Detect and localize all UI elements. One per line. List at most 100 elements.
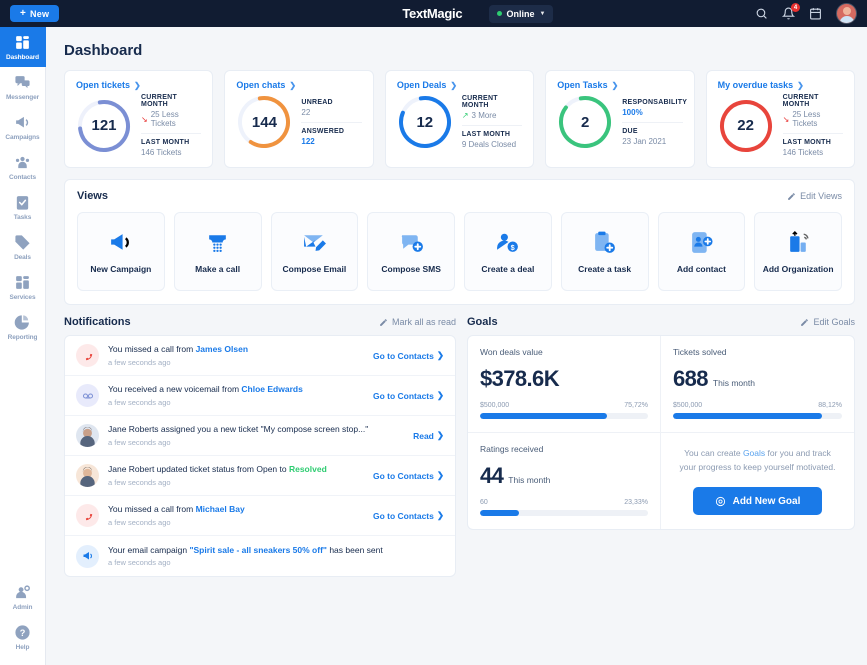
- goals-card: Won deals value $378.6K $500,000 75,72%: [467, 335, 855, 530]
- sidebar-label: Campaigns: [5, 134, 39, 141]
- notification-row[interactable]: You missed a call from James Olsen a few…: [65, 336, 455, 376]
- sidebar-item-reporting[interactable]: Reporting: [0, 307, 46, 347]
- goal-title: Ratings received: [480, 444, 648, 454]
- stat-card-link[interactable]: Open tickets ❯: [76, 80, 201, 90]
- sidebar-item-campaigns[interactable]: Campaigns: [0, 107, 46, 147]
- stat-row-label: UNREAD: [301, 99, 361, 106]
- view-tile-label: Create a deal: [481, 264, 534, 274]
- stat-card-body: 12 CURRENT MONTH ↗3 More LAST MONTH 9 De…: [397, 94, 522, 150]
- status-selector[interactable]: Online ▼: [489, 5, 554, 23]
- avatar: [76, 464, 99, 487]
- mark-all-as-read-button[interactable]: Mark all as read: [379, 317, 456, 327]
- stat-row-label: LAST MONTH: [141, 139, 201, 146]
- notification-row[interactable]: You missed a call from Michael Bay a few…: [65, 496, 455, 536]
- promo-goals-link[interactable]: Goals: [743, 448, 765, 458]
- goal-tickets-solved: Tickets solved 688 This month $500,000 8…: [661, 336, 854, 433]
- goals-title: Goals: [467, 316, 498, 328]
- notification-action[interactable]: Go to Contacts ❯: [373, 350, 444, 361]
- notification-row[interactable]: Your email campaign "Spirit sale - all s…: [65, 536, 455, 576]
- goal-progress-track: [673, 413, 842, 419]
- sidebar-item-messenger[interactable]: Messenger: [0, 67, 46, 107]
- stat-card-link[interactable]: Open chats ❯: [236, 80, 361, 90]
- notification-highlight[interactable]: James Olsen: [196, 344, 248, 354]
- goals-promo: You can create Goals for you and track y…: [661, 433, 854, 529]
- sidebar-item-dashboard[interactable]: Dashboard: [0, 27, 46, 67]
- avatar: [76, 424, 99, 447]
- stat-card-link-label: Open Tasks: [557, 80, 607, 90]
- view-tile-make-a-call[interactable]: Make a call: [174, 212, 262, 291]
- add-new-goal-button[interactable]: Add New Goal: [693, 487, 823, 515]
- chevron-right-icon: ❯: [437, 350, 444, 361]
- notification-action[interactable]: Go to Contacts ❯: [373, 510, 444, 521]
- view-tile-add-organization[interactable]: Add Organization: [754, 212, 842, 291]
- notification-row[interactable]: You received a new voicemail from Chloe …: [65, 376, 455, 416]
- stat-row-value: 23 Jan 2021: [622, 137, 682, 146]
- edit-views-button[interactable]: Edit Views: [787, 191, 842, 201]
- mark-all-label: Mark all as read: [392, 317, 456, 327]
- view-tile-label: Add Organization: [763, 264, 834, 274]
- notification-highlight[interactable]: Chloe Edwards: [241, 384, 302, 394]
- notification-time: a few seconds ago: [108, 438, 404, 447]
- stat-card-link[interactable]: Open Deals ❯: [397, 80, 522, 90]
- stat-card-link[interactable]: Open Tasks ❯: [557, 80, 682, 90]
- notification-body: You received a new voicemail from Chloe …: [108, 384, 364, 406]
- notification-highlight[interactable]: Michael Bay: [196, 504, 245, 514]
- goal-value: 44: [480, 463, 503, 489]
- view-tile-label: Add contact: [677, 264, 726, 274]
- trend-up-icon: ↗: [462, 111, 469, 120]
- view-tile-new-campaign[interactable]: New Campaign: [77, 212, 165, 291]
- stat-row-value[interactable]: 100%: [622, 108, 682, 117]
- stat-card-link-label: My overdue tasks: [718, 80, 794, 90]
- notification-action[interactable]: Go to Contacts ❯: [373, 390, 444, 401]
- view-tile-compose-email[interactable]: Compose Email: [271, 212, 359, 291]
- app-root: + New TextMagic Online ▼ 4: [0, 0, 867, 665]
- new-button[interactable]: + New: [10, 5, 59, 22]
- page-title: Dashboard: [46, 27, 867, 70]
- notification-body: Your email campaign "Spirit sale - all s…: [108, 545, 444, 567]
- view-tile-create-a-task[interactable]: Create a task: [561, 212, 649, 291]
- sidebar-label: Messenger: [6, 94, 39, 101]
- goal-percent: 88,12%: [818, 402, 842, 409]
- stat-donut-chart: 144: [236, 94, 292, 150]
- edit-goals-button[interactable]: Edit Goals: [800, 317, 855, 327]
- notification-row[interactable]: Jane Roberts assigned you a new ticket "…: [65, 416, 455, 456]
- stat-row-label: CURRENT MONTH: [783, 94, 843, 108]
- stat-donut-value: 22: [718, 98, 774, 154]
- stat-card-link[interactable]: My overdue tasks ❯: [718, 80, 843, 90]
- notification-action[interactable]: Go to Contacts ❯: [373, 470, 444, 481]
- sidebar-item-admin[interactable]: Admin: [0, 577, 46, 617]
- sidebar-label: Dashboard: [6, 54, 39, 61]
- goals-column: Goals Edit Goals Won deals value: [456, 316, 855, 577]
- sidebar-item-contacts[interactable]: Contacts: [0, 147, 46, 187]
- notification-action[interactable]: Read ❯: [413, 430, 444, 441]
- stat-row-label: LAST MONTH: [783, 139, 843, 146]
- bell-icon[interactable]: 4: [782, 7, 795, 20]
- pencil-icon: [787, 192, 796, 201]
- view-tile-create-a-deal[interactable]: $ Create a deal: [464, 212, 552, 291]
- sidebar-item-tasks[interactable]: Tasks: [0, 187, 46, 227]
- user-avatar[interactable]: [836, 3, 857, 24]
- sidebar-item-help[interactable]: ? Help: [0, 617, 46, 665]
- calendar-icon[interactable]: [809, 7, 822, 20]
- sidebar-item-services[interactable]: Services: [0, 267, 46, 307]
- notification-time: a few seconds ago: [108, 358, 364, 367]
- chevron-right-icon: ❯: [437, 470, 444, 481]
- notification-highlight[interactable]: "Spirit sale - all sneakers 50% off": [189, 545, 327, 555]
- notification-row[interactable]: Jane Robert updated ticket status from O…: [65, 456, 455, 496]
- goal-target: $500,000: [480, 402, 509, 409]
- notification-body: You missed a call from James Olsen a few…: [108, 344, 364, 366]
- card-divider: [301, 122, 361, 123]
- sidebar: Dashboard Messenger Campaigns: [0, 27, 46, 665]
- view-tile-label: New Campaign: [90, 264, 151, 274]
- status-dot-icon: [497, 11, 502, 16]
- stat-row-value[interactable]: 122: [301, 137, 361, 146]
- goal-value-row: $378.6K: [480, 366, 648, 392]
- sidebar-item-deals[interactable]: Deals: [0, 227, 46, 267]
- notifications-title: Notifications: [64, 316, 131, 328]
- search-icon[interactable]: [755, 7, 768, 20]
- stat-card-rows: CURRENT MONTH ↘25 Less Tickets LAST MONT…: [783, 94, 843, 157]
- view-tile-add-contact[interactable]: Add contact: [658, 212, 746, 291]
- notification-action-label: Go to Contacts: [373, 511, 434, 521]
- view-tile-compose-sms[interactable]: Compose SMS: [367, 212, 455, 291]
- notification-action-label: Go to Contacts: [373, 351, 434, 361]
